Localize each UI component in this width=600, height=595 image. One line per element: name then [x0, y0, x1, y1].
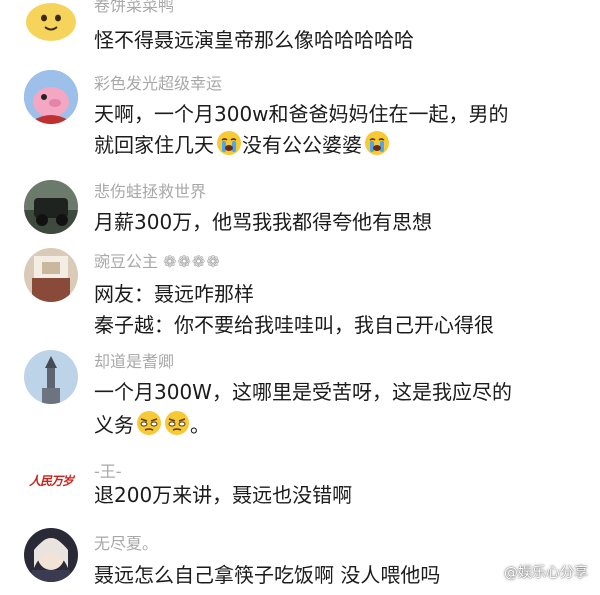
username[interactable]: 无尽夏。: [94, 530, 158, 554]
comment-text: 退200万来讲，聂远也没错啊: [94, 483, 353, 507]
comment-text: 天啊，一个月300w和爸爸妈妈住在一起，男的: [94, 102, 509, 126]
comment-text: 网友：聂远咋那样: [94, 282, 254, 306]
comment-text: 一个月300W，这哪里是受苦呀，这是我应尽的: [94, 380, 512, 404]
avatar[interactable]: [24, 70, 78, 124]
comment-text: 聂远怎么自己拿筷子吃饭啊 没人喂他吗: [94, 563, 441, 587]
username[interactable]: 豌豆公主 ❁❁❁❁: [94, 248, 221, 272]
avatar[interactable]: [24, 350, 78, 404]
avatar[interactable]: [24, 180, 78, 234]
username[interactable]: 悲伤蛙拯救世界: [94, 178, 206, 202]
weibo-logo-icon: [488, 565, 502, 583]
comment-text: 义务。: [94, 410, 210, 443]
pensive-face-icon: [136, 410, 162, 443]
comment-text: 就回家住几天 没有公公婆婆: [94, 130, 390, 163]
username[interactable]: 却道是耆卿: [94, 348, 174, 372]
username[interactable]: 卷饼菜菜鸭: [94, 0, 174, 16]
comment-text: 怪不得聂远演皇帝那么像哈哈哈哈哈: [94, 28, 414, 52]
comment-text: 秦子越：你不要给我哇哇叫，我自己开心得很: [94, 313, 494, 337]
avatar-calligraphy: 人民万岁: [28, 474, 74, 488]
avatar[interactable]: [24, 248, 78, 302]
username[interactable]: 彩色发光超级幸运: [94, 70, 222, 94]
crying-face-icon: [364, 130, 390, 163]
crying-face-icon: [216, 130, 242, 163]
flower-icon: ❁❁❁❁: [163, 252, 221, 271]
avatar[interactable]: 人民万岁: [24, 458, 78, 512]
avatar[interactable]: [24, 0, 78, 48]
comment-text: 月薪300万，他骂我我都得夸他有思想: [94, 210, 433, 234]
watermark: @娱乐心分享: [488, 562, 588, 583]
avatar[interactable]: [24, 528, 78, 582]
username[interactable]: -王-: [94, 458, 122, 482]
pensive-face-icon: [164, 410, 190, 443]
